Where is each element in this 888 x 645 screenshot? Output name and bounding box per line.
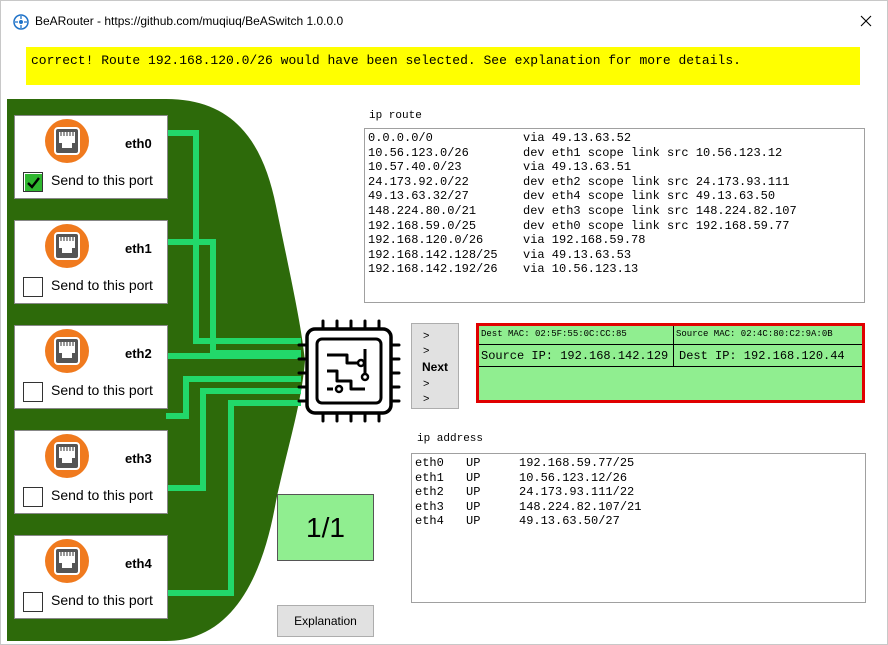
- route-detail: via 49.13.63.51: [523, 160, 632, 175]
- port-card-eth1: eth1 Send to this port: [14, 220, 168, 304]
- port-card-eth0: eth0 Send to this port: [14, 115, 168, 199]
- app-window: BeARouter - https://github.com/muqiuq/Be…: [0, 0, 888, 645]
- send-to-port-checkbox-eth4[interactable]: [23, 592, 43, 612]
- ethernet-port-icon: [45, 224, 89, 268]
- route-detail: via 49.13.63.52: [523, 131, 632, 145]
- address-ip: 49.13.63.50/27: [519, 514, 620, 529]
- address-state: UP: [466, 456, 481, 470]
- route-detail: via 10.56.123.13: [523, 262, 639, 277]
- ip-route-table[interactable]: 0.0.0.0/0 via 49.13.63.52 10.56.123.0/26 d…: [364, 128, 865, 303]
- address-row: eth3 UP 148.224.82.107/21: [415, 500, 865, 515]
- port-card-eth3: eth3 Send to this port: [14, 430, 168, 514]
- address-row: eth2 UP 24.173.93.111/22: [415, 485, 865, 500]
- address-ip: 192.168.59.77/25: [519, 456, 635, 470]
- next-button-label: Next: [422, 360, 449, 374]
- arrow-glyph: >: [423, 330, 430, 342]
- checkmark-icon: [25, 174, 42, 191]
- port-name: eth4: [125, 556, 152, 571]
- route-row: 192.168.142.128/25 via 49.13.63.53: [368, 248, 864, 263]
- address-state: UP: [466, 485, 481, 500]
- cpu-chip-icon: [297, 319, 401, 423]
- route-detail: dev eth3 scope link src 148.224.82.107: [523, 203, 797, 218]
- address-state: UP: [466, 499, 481, 514]
- route-destination: 10.57.40.0/23: [368, 160, 462, 175]
- address-iface: eth2: [415, 485, 444, 500]
- next-button[interactable]: > > Next > >: [411, 323, 459, 409]
- send-to-port-label: Send to this port: [51, 172, 153, 188]
- arrow-glyph: >: [423, 378, 430, 390]
- route-detail: dev eth2 scope link src 24.173.93.111: [523, 174, 790, 189]
- route-detail: via 192.168.59.78: [523, 233, 646, 248]
- address-iface: eth1: [415, 470, 444, 485]
- route-row: 192.168.142.192/26 via 10.56.123.13: [368, 262, 864, 277]
- address-row: eth0 UP 192.168.59.77/25: [415, 456, 865, 471]
- send-to-port-label: Send to this port: [51, 277, 153, 293]
- route-destination: 10.56.123.0/26: [368, 145, 469, 160]
- explanation-button[interactable]: Explanation: [277, 605, 374, 637]
- ip-address-label: ip address: [417, 433, 484, 445]
- address-row: eth1 UP 10.56.123.12/26: [415, 471, 865, 486]
- route-row: 148.224.80.0/21 dev eth3 scope link src 1…: [368, 204, 864, 219]
- ethernet-port-icon: [45, 434, 89, 478]
- route-destination: 192.168.142.192/26: [368, 262, 498, 277]
- route-detail: dev eth1 scope link src 10.56.123.12: [523, 145, 783, 160]
- ethernet-port-icon: [45, 119, 89, 163]
- packet-header: Dest MAC: 02:5F:55:0C:CC:85 Source MAC: …: [476, 323, 865, 403]
- arrow-glyph: >: [423, 393, 430, 405]
- route-row: 192.168.120.0/26 via 192.168.59.78: [368, 233, 864, 248]
- ip-route-label: ip route: [369, 110, 422, 122]
- route-detail: dev eth0 scope link src 192.168.59.77: [523, 218, 790, 233]
- send-to-port-checkbox-eth3[interactable]: [23, 487, 43, 507]
- route-destination: 49.13.63.32/27: [368, 189, 469, 204]
- ethernet-port-icon: [45, 539, 89, 583]
- send-to-port-checkbox-eth0[interactable]: [23, 172, 43, 192]
- score-counter: 1/1: [277, 494, 374, 561]
- address-iface: eth4: [415, 514, 444, 529]
- address-iface: eth0: [415, 456, 444, 470]
- address-state: UP: [466, 514, 481, 529]
- send-to-port-checkbox-eth1[interactable]: [23, 277, 43, 297]
- route-destination: 192.168.142.128/25: [368, 247, 498, 262]
- address-state: UP: [466, 470, 481, 485]
- address-iface: eth3: [415, 499, 444, 514]
- packet-source-ip: Source IP: 192.168.142.129: [479, 345, 674, 367]
- route-row: 10.57.40.0/23 via 49.13.63.51: [368, 160, 864, 175]
- send-to-port-label: Send to this port: [51, 592, 153, 608]
- send-to-port-label: Send to this port: [51, 382, 153, 398]
- port-name: eth1: [125, 241, 152, 256]
- route-destination: 192.168.59.0/25: [368, 218, 477, 233]
- route-destination: 24.173.92.0/22: [368, 174, 469, 189]
- route-detail: dev eth4 scope link src 49.13.63.50: [523, 189, 776, 204]
- port-name: eth2: [125, 346, 152, 361]
- packet-dest-ip: Dest IP: 192.168.120.44: [674, 345, 862, 367]
- port-name: eth3: [125, 451, 152, 466]
- port-card-eth4: eth4 Send to this port: [14, 535, 168, 619]
- port-name: eth0: [125, 136, 152, 151]
- route-row: 49.13.63.32/27 dev eth4 scope link src 49…: [368, 189, 864, 204]
- route-row: 24.173.92.0/22 dev eth2 scope link src 24…: [368, 175, 864, 190]
- arrow-glyph: >: [423, 345, 430, 357]
- route-row: 0.0.0.0/0 via 49.13.63.52: [368, 131, 864, 146]
- send-to-port-checkbox-eth2[interactable]: [23, 382, 43, 402]
- route-destination: 148.224.80.0/21: [368, 203, 477, 218]
- packet-dest-mac: Dest MAC: 02:5F:55:0C:CC:85: [479, 326, 674, 345]
- route-destination: 0.0.0.0/0: [368, 131, 433, 145]
- address-ip: 24.173.93.111/22: [519, 485, 635, 500]
- address-ip: 10.56.123.12/26: [519, 470, 628, 485]
- port-card-eth2: eth2 Send to this port: [14, 325, 168, 409]
- route-row: 10.56.123.0/26 dev eth1 scope link src 10…: [368, 146, 864, 161]
- packet-source-mac: Source MAC: 02:4C:80:C2:9A:0B: [674, 326, 862, 345]
- send-to-port-label: Send to this port: [51, 487, 153, 503]
- ethernet-port-icon: [45, 329, 89, 373]
- address-ip: 148.224.82.107/21: [519, 499, 642, 514]
- address-row: eth4 UP 49.13.63.50/27: [415, 514, 865, 529]
- route-row: 192.168.59.0/25 dev eth0 scope link src 1…: [368, 219, 864, 234]
- route-destination: 192.168.120.0/26: [368, 233, 484, 248]
- route-detail: via 49.13.63.53: [523, 247, 632, 262]
- ip-address-table[interactable]: eth0 UP 192.168.59.77/25 eth1 UP 10.56.123.1…: [411, 453, 866, 603]
